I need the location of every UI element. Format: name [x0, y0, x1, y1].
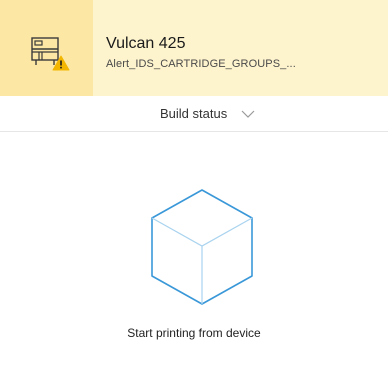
build-status-label: Build status — [160, 106, 228, 121]
build-status-dropdown[interactable]: Build status — [0, 96, 388, 132]
empty-state-message: Start printing from device — [127, 326, 261, 340]
cube-icon — [151, 189, 253, 305]
printer-status-panel: Vulcan 425 Alert_IDS_CARTRIDGE_GROUPS_..… — [0, 0, 388, 389]
device-alert-status: Alert_IDS_CARTRIDGE_GROUPS_... — [106, 58, 296, 70]
warning-icon — [52, 55, 70, 71]
device-icon-tile — [0, 0, 93, 96]
device-header[interactable]: Vulcan 425 Alert_IDS_CARTRIDGE_GROUPS_..… — [0, 0, 388, 96]
device-name: Vulcan 425 — [106, 35, 186, 52]
chevron-down-icon — [241, 110, 255, 118]
